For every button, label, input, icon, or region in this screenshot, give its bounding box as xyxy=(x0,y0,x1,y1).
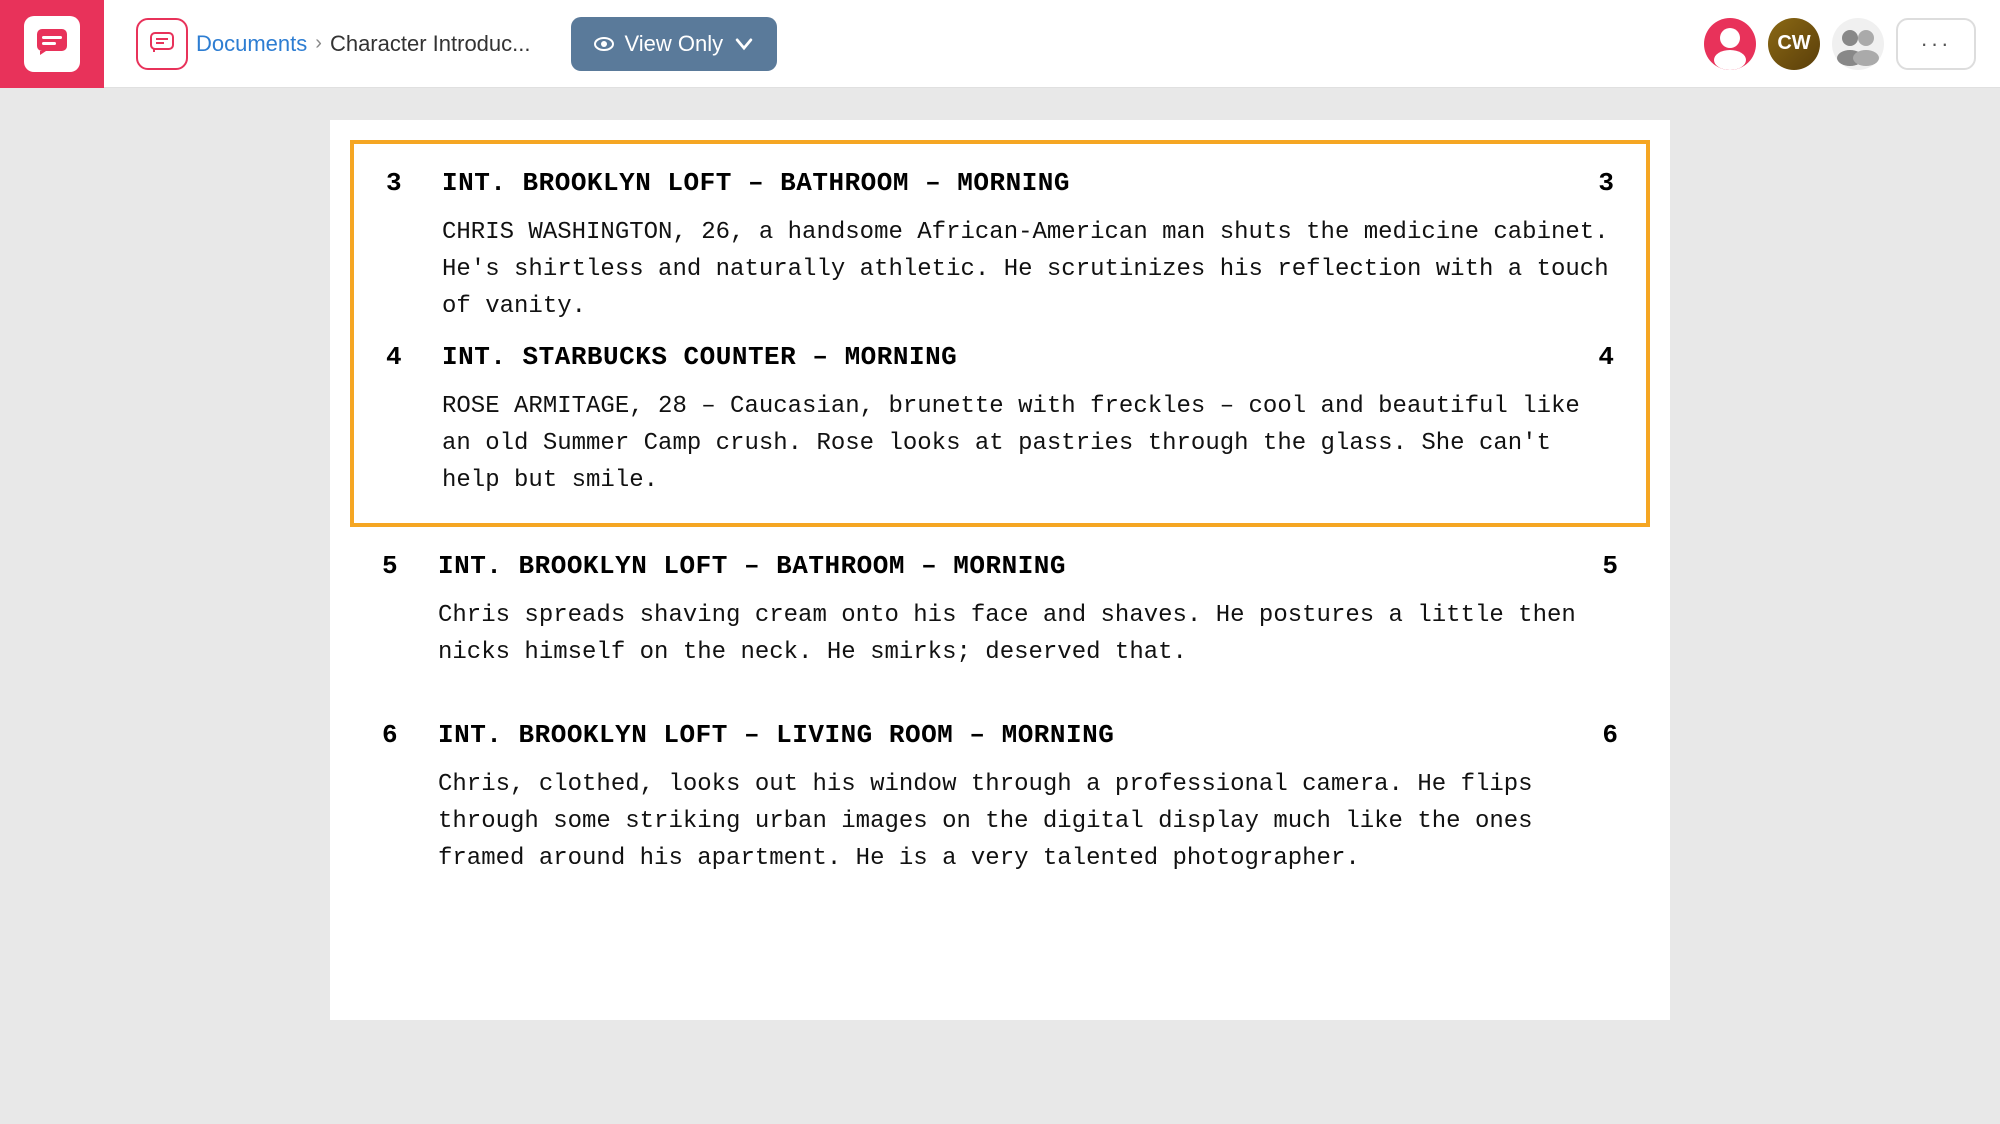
scene-3-title: INT. BROOKLYN LOFT – BATHROOM – MORNING xyxy=(426,168,1574,198)
scene-3-number-left: 3 xyxy=(386,168,426,198)
chat-bubble-icon xyxy=(148,30,176,58)
collaborator-avatar[interactable]: CW xyxy=(1768,18,1820,70)
eye-icon xyxy=(593,33,615,55)
breadcrumb: Documents › Character Introduc... xyxy=(196,31,531,57)
scene-5-header: 5 INT. BROOKLYN LOFT – BATHROOM – MORNIN… xyxy=(382,551,1618,581)
nav-area: Documents › Character Introduc... View O… xyxy=(136,17,1704,71)
scene-6-header: 6 INT. BROOKLYN LOFT – LIVING ROOM – MOR… xyxy=(382,720,1618,750)
view-only-label: View Only xyxy=(625,31,724,57)
scene-5-number-right: 5 xyxy=(1578,551,1618,581)
topbar: Documents › Character Introduc... View O… xyxy=(0,0,2000,88)
scene-5-number-left: 5 xyxy=(382,551,422,581)
scene-5: 5 INT. BROOKLYN LOFT – BATHROOM – MORNIN… xyxy=(350,527,1650,695)
user-avatar-icon xyxy=(1704,18,1756,70)
scene-3-number-right: 3 xyxy=(1574,168,1614,198)
add-people-button[interactable] xyxy=(1832,18,1884,70)
script-page: 3 INT. BROOKLYN LOFT – BATHROOM – MORNIN… xyxy=(330,120,1670,1020)
people-icon xyxy=(1832,18,1884,70)
breadcrumb-documents[interactable]: Documents xyxy=(196,31,307,57)
logo-box[interactable] xyxy=(0,0,104,88)
logo-icon xyxy=(24,16,80,72)
scene-divider-1 xyxy=(386,326,1614,342)
scene-4-number-right: 4 xyxy=(1574,342,1614,372)
main-content: 3 INT. BROOKLYN LOFT – BATHROOM – MORNIN… xyxy=(0,88,2000,1124)
scene-6-title: INT. BROOKLYN LOFT – LIVING ROOM – MORNI… xyxy=(422,720,1578,750)
scene-5-body: Chris spreads shaving cream onto his fac… xyxy=(382,597,1618,671)
scene-4-body: ROSE ARMITAGE, 28 – Caucasian, brunette … xyxy=(386,388,1614,500)
breadcrumb-current: Character Introduc... xyxy=(330,31,531,57)
scene-3-header: 3 INT. BROOKLYN LOFT – BATHROOM – MORNIN… xyxy=(386,168,1614,198)
scene-6-number-left: 6 xyxy=(382,720,422,750)
highlighted-scenes-box: 3 INT. BROOKLYN LOFT – BATHROOM – MORNIN… xyxy=(350,140,1650,527)
nav-doc-button[interactable] xyxy=(136,18,188,70)
scene-4-title: INT. STARBUCKS COUNTER – MORNING xyxy=(426,342,1574,372)
scene-6-number-right: 6 xyxy=(1578,720,1618,750)
scene-5-title: INT. BROOKLYN LOFT – BATHROOM – MORNING xyxy=(422,551,1578,581)
scene-3: 3 INT. BROOKLYN LOFT – BATHROOM – MORNIN… xyxy=(386,168,1614,326)
scene-6-body: Chris, clothed, looks out his window thr… xyxy=(382,766,1618,878)
chevron-down-icon xyxy=(733,33,755,55)
scene-4: 4 INT. STARBUCKS COUNTER – MORNING 4 ROS… xyxy=(386,342,1614,500)
scene-4-number-left: 4 xyxy=(386,342,426,372)
scene-6: 6 INT. BROOKLYN LOFT – LIVING ROOM – MOR… xyxy=(350,696,1650,902)
scene-3-body: CHRIS WASHINGTON, 26, a handsome African… xyxy=(386,214,1614,326)
view-only-button[interactable]: View Only xyxy=(571,17,778,71)
more-options-button[interactable]: ··· xyxy=(1896,18,1976,70)
breadcrumb-separator: › xyxy=(315,32,322,55)
topbar-right: CW ··· xyxy=(1704,18,1976,70)
scene-4-header: 4 INT. STARBUCKS COUNTER – MORNING 4 xyxy=(386,342,1614,372)
current-user-avatar[interactable] xyxy=(1704,18,1756,70)
chat-icon xyxy=(34,26,70,62)
